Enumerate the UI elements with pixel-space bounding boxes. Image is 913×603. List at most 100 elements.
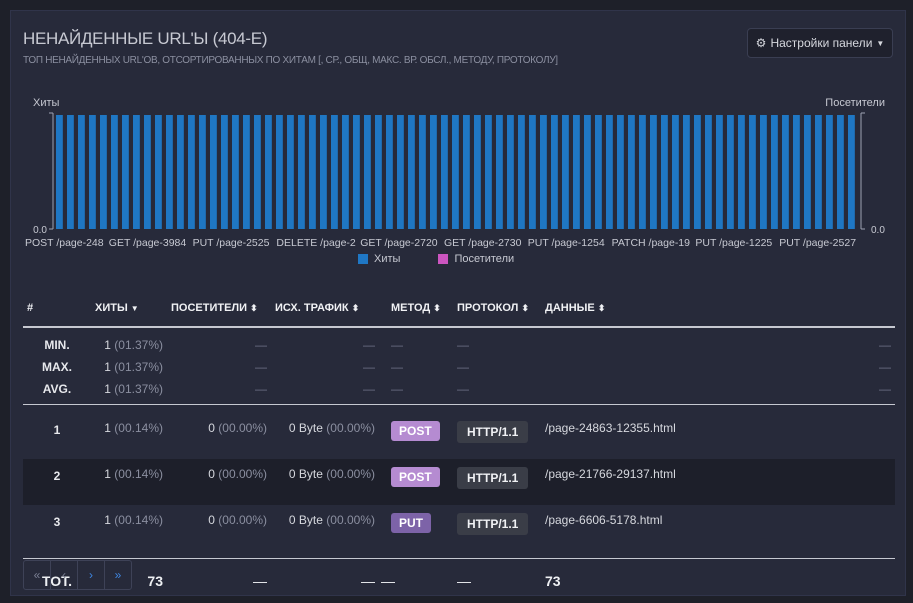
- bar[interactable]: [562, 115, 569, 229]
- bar[interactable]: [529, 115, 536, 229]
- bar[interactable]: [452, 115, 459, 229]
- bar[interactable]: [496, 115, 503, 229]
- bar[interactable]: [56, 115, 63, 229]
- bar[interactable]: [254, 115, 261, 229]
- bar[interactable]: [320, 115, 327, 229]
- bar[interactable]: [628, 115, 635, 229]
- panel-settings-label: Настройки панели: [770, 36, 872, 50]
- bar[interactable]: [617, 115, 624, 229]
- bar[interactable]: [397, 115, 404, 229]
- bar[interactable]: [133, 115, 140, 229]
- bar[interactable]: [485, 115, 492, 229]
- bar[interactable]: [694, 115, 701, 229]
- bar[interactable]: [584, 115, 591, 229]
- bar[interactable]: [804, 115, 811, 229]
- sort-icon: ⬍: [433, 303, 441, 313]
- bar[interactable]: [419, 115, 426, 229]
- bar[interactable]: [463, 115, 470, 229]
- col-header-protocol[interactable]: ПРОТОКОЛ ⬍: [453, 290, 541, 327]
- legend-visitors[interactable]: Посетители: [438, 253, 514, 265]
- bar[interactable]: [298, 115, 305, 229]
- col-header-method[interactable]: МЕТОД ⬍: [379, 290, 453, 327]
- bar[interactable]: [265, 115, 272, 229]
- x-tick-label: GET /page-2720: [360, 237, 438, 249]
- panel-title: НЕНАЙДЕННЫЕ URL'Ы (404-Е): [23, 29, 267, 49]
- bar[interactable]: [177, 115, 184, 229]
- bar[interactable]: [100, 115, 107, 229]
- bar[interactable]: [232, 115, 239, 229]
- bar[interactable]: [67, 115, 74, 229]
- bar[interactable]: [771, 115, 778, 229]
- protocol-badge: HTTP/1.1: [457, 513, 528, 535]
- bar[interactable]: [540, 115, 547, 229]
- bar[interactable]: [518, 115, 525, 229]
- col-header-visitors[interactable]: ПОСЕТИТЕЛИ ⬍: [167, 290, 271, 327]
- bar[interactable]: [738, 115, 745, 229]
- method-badge: POST: [391, 421, 440, 441]
- bar[interactable]: [78, 115, 85, 229]
- bar[interactable]: [199, 115, 206, 229]
- table-row[interactable]: 2 1 (00.14%) 0 (00.00%) 0 Byte (00.00%) …: [23, 459, 895, 505]
- bar[interactable]: [760, 115, 767, 229]
- stat-protocol: —: [453, 327, 541, 356]
- bar[interactable]: [408, 115, 415, 229]
- gear-icon: ⚙: [756, 36, 767, 50]
- table-row[interactable]: 1 1 (00.14%) 0 (00.00%) 0 Byte (00.00%) …: [23, 413, 895, 459]
- bar[interactable]: [342, 115, 349, 229]
- bar[interactable]: [826, 115, 833, 229]
- bar[interactable]: [375, 115, 382, 229]
- bar[interactable]: [683, 115, 690, 229]
- panel-settings-button[interactable]: ⚙ Настройки панели ▼: [747, 28, 893, 58]
- bar[interactable]: [793, 115, 800, 229]
- bar[interactable]: [705, 115, 712, 229]
- stat-visitors: —: [167, 378, 271, 405]
- bar[interactable]: [551, 115, 558, 229]
- bar[interactable]: [815, 115, 822, 229]
- bar[interactable]: [474, 115, 481, 229]
- bar[interactable]: [430, 115, 437, 229]
- bar[interactable]: [364, 115, 371, 229]
- col-header-hits[interactable]: ХИТЫ ▼: [91, 290, 167, 327]
- last-page-button[interactable]: »: [105, 561, 131, 589]
- bar[interactable]: [221, 115, 228, 229]
- bar[interactable]: [606, 115, 613, 229]
- col-header-data[interactable]: ДАННЫЕ ⬍: [541, 290, 895, 327]
- bar[interactable]: [650, 115, 657, 229]
- bar[interactable]: [716, 115, 723, 229]
- bar[interactable]: [122, 115, 129, 229]
- bar[interactable]: [386, 115, 393, 229]
- bar[interactable]: [287, 115, 294, 229]
- bar[interactable]: [441, 115, 448, 229]
- bar[interactable]: [144, 115, 151, 229]
- bar[interactable]: [243, 115, 250, 229]
- bar[interactable]: [507, 115, 514, 229]
- bar[interactable]: [749, 115, 756, 229]
- next-page-button[interactable]: ›: [78, 561, 105, 589]
- bar[interactable]: [166, 115, 173, 229]
- bar[interactable]: [309, 115, 316, 229]
- bar[interactable]: [672, 115, 679, 229]
- prev-page-button[interactable]: ‹: [51, 561, 78, 589]
- bar[interactable]: [782, 115, 789, 229]
- bar[interactable]: [837, 115, 844, 229]
- bar[interactable]: [727, 115, 734, 229]
- bar[interactable]: [331, 115, 338, 229]
- bar[interactable]: [661, 115, 668, 229]
- first-page-button[interactable]: «: [24, 561, 51, 589]
- bar[interactable]: [188, 115, 195, 229]
- bar[interactable]: [353, 115, 360, 229]
- row-bw-pct: (00.00%): [326, 421, 375, 435]
- bar[interactable]: [276, 115, 283, 229]
- bar[interactable]: [111, 115, 118, 229]
- bar[interactable]: [573, 115, 580, 229]
- chart-svg: Хиты Посетители 0.0 0.0 POST /page-248GE…: [11, 91, 907, 271]
- bar[interactable]: [639, 115, 646, 229]
- bar[interactable]: [848, 115, 855, 229]
- bar[interactable]: [595, 115, 602, 229]
- table-row[interactable]: 3 1 (00.14%) 0 (00.00%) 0 Byte (00.00%) …: [23, 505, 895, 551]
- legend-hits[interactable]: Хиты: [358, 253, 400, 265]
- bar[interactable]: [89, 115, 96, 229]
- bar[interactable]: [155, 115, 162, 229]
- col-header-bandwidth[interactable]: ИСХ. ТРАФИК ⬍: [271, 290, 379, 327]
- bar[interactable]: [210, 115, 217, 229]
